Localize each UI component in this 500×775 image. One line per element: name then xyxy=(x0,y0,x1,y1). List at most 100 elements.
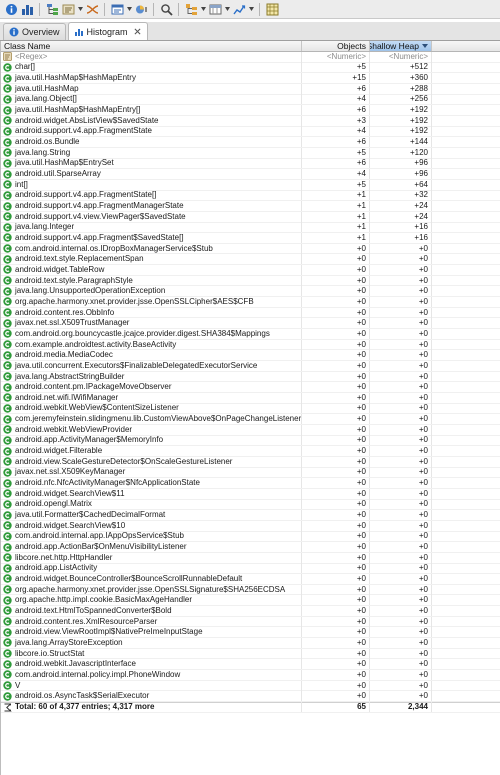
class-name: libcore.net.http.HttpHandler xyxy=(15,552,113,562)
table-row[interactable]: java.lang.UnsupportedOperationException +… xyxy=(1,286,500,298)
tab-histogram[interactable]: Histogram xyxy=(67,22,148,40)
search-button[interactable] xyxy=(159,2,173,16)
table-row[interactable]: android.support.v4.app.FragmentManagerSt… xyxy=(1,201,500,212)
table-row[interactable]: android.text.HtmlToSpannedConverter$Bold… xyxy=(1,605,500,617)
shallow-heap-cell: +0 xyxy=(370,414,432,425)
table-row[interactable]: org.apache.harmony.xnet.provider.jsse.Op… xyxy=(1,584,500,596)
table-row[interactable]: android.widget.SearchView$11 +0 +0 xyxy=(1,488,500,500)
shallow-heap-cell: +0 xyxy=(370,328,432,339)
table-row[interactable]: android.webkit.WebView$ContentSizeListen… xyxy=(1,403,500,415)
table-row[interactable]: java.lang.Integer +1 +16 xyxy=(1,222,500,234)
close-icon[interactable] xyxy=(134,28,142,36)
table-row[interactable]: android.widget.Filterable +0 +0 xyxy=(1,446,500,457)
table-row[interactable]: V +0 +0 xyxy=(1,680,500,692)
class-name: android.content.res.XmlResourceParser xyxy=(15,616,158,626)
filter-class-name[interactable]: <Regex> xyxy=(1,51,302,62)
class-name: android.widget.SearchView$10 xyxy=(15,520,126,530)
table-row[interactable]: org.apache.harmony.xnet.provider.jsse.Op… xyxy=(1,296,500,308)
pin-button[interactable] xyxy=(265,2,279,16)
oql-button[interactable] xyxy=(61,2,75,16)
table-row[interactable]: android.os.Bundle +6 +144 xyxy=(1,137,500,148)
table-row[interactable]: android.media.MediaCodec +0 +0 xyxy=(1,350,500,362)
thread-overview-button[interactable] xyxy=(85,2,99,16)
filter-objects-input[interactable]: <Numeric> xyxy=(302,51,370,62)
class-name: org.apache.http.impl.cookie.BasicMaxAgeH… xyxy=(15,595,192,605)
export-button[interactable] xyxy=(232,2,246,16)
table-row[interactable]: android.app.ListActivity +0 +0 xyxy=(1,563,500,575)
info-button[interactable] xyxy=(4,2,18,16)
table-row[interactable]: android.support.v4.view.ViewPager$SavedS… xyxy=(1,211,500,223)
table-row[interactable]: android.support.v4.app.Fragment$SavedSta… xyxy=(1,232,500,244)
table-row[interactable]: android.widget.AbsListView$SavedState +3 +… xyxy=(1,115,500,127)
column-header-class-name[interactable]: Class Name xyxy=(1,41,302,51)
table-row[interactable]: libcore.io.StructStat +0 +0 xyxy=(1,648,500,660)
chevron-down-icon[interactable] xyxy=(248,2,254,16)
table-row[interactable]: int[] +5 +64 xyxy=(1,179,500,191)
table-row[interactable]: android.text.style.ReplacementSpan +0 +0 xyxy=(1,254,500,266)
table-row[interactable]: com.jeremyfeinstein.slidingmenu.lib.Cust… xyxy=(1,414,500,425)
heap-dump-overview-button[interactable] xyxy=(134,2,148,16)
table-row[interactable]: java.util.HashMap$EntrySet +6 +96 xyxy=(1,158,500,170)
chevron-down-icon[interactable] xyxy=(77,2,83,16)
table-row[interactable]: android.nfc.NfcActivityManager$NfcApplic… xyxy=(1,478,500,489)
shallow-heap-cell: +0 xyxy=(370,264,432,275)
class-icon xyxy=(3,425,12,434)
table-row[interactable]: char[] +5 +512 xyxy=(1,62,500,74)
table-row[interactable]: com.android.internal.policy.impl.PhoneWi… xyxy=(1,669,500,681)
table-row[interactable]: java.lang.ArrayStoreException +0 +0 xyxy=(1,637,500,649)
table-row[interactable]: android.webkit.WebViewProvider +0 +0 xyxy=(1,424,500,436)
group-by-button[interactable] xyxy=(184,2,198,16)
filter-shallow-heap-input[interactable]: <Numeric> xyxy=(370,51,432,62)
histogram-button[interactable] xyxy=(20,2,34,16)
filter-class-name-input[interactable]: <Regex> xyxy=(15,52,47,62)
calculate-retained-size-button[interactable] xyxy=(208,2,222,16)
shallow-heap-cell: +0 xyxy=(370,680,432,691)
table-row[interactable]: java.util.Formatter$CachedDecimalFormat +… xyxy=(1,510,500,521)
table-row[interactable]: android.os.AsyncTask$SerialExecutor +0 +0 xyxy=(1,691,500,703)
tab-overview[interactable]: Overview xyxy=(3,23,66,40)
table-row[interactable]: java.lang.AbstractStringBuilder +0 +0 xyxy=(1,371,500,383)
table-row[interactable]: com.android.org.bouncycastle.jcajce.prov… xyxy=(1,328,500,340)
table-row[interactable]: android.widget.BounceController$BounceSc… xyxy=(1,573,500,585)
chevron-down-icon[interactable] xyxy=(126,2,132,16)
table-row[interactable]: android.opengl.Matrix +0 +0 xyxy=(1,499,500,511)
table-row[interactable]: libcore.net.http.HttpHandler +0 +0 xyxy=(1,552,500,564)
class-name-cell: android.os.Bundle xyxy=(1,137,302,148)
chevron-down-icon[interactable] xyxy=(200,2,206,16)
table-row[interactable]: android.app.ActivityManager$MemoryInfo +0… xyxy=(1,435,500,447)
table-row[interactable]: org.apache.http.impl.cookie.BasicMaxAgeH… xyxy=(1,595,500,607)
table-row[interactable]: android.text.style.ParagraphStyle +0 +0 xyxy=(1,275,500,287)
column-header-shallow-heap[interactable]: Shallow Heap xyxy=(370,41,432,51)
table-row[interactable]: android.util.SparseArray +4 +96 xyxy=(1,169,500,180)
table-row[interactable]: java.util.concurrent.Executors$Finalizab… xyxy=(1,360,500,372)
chevron-down-icon[interactable] xyxy=(224,2,230,16)
table-row[interactable]: android.content.res.ObbInfo +0 +0 xyxy=(1,307,500,319)
table-row[interactable]: android.content.res.XmlResourceParser +0 +… xyxy=(1,616,500,628)
table-row[interactable]: android.support.v4.app.FragmentState +4 +1… xyxy=(1,126,500,138)
class-icon xyxy=(3,255,12,264)
table-row[interactable]: com.example.androidtest.activity.BaseAct… xyxy=(1,339,500,351)
table-row[interactable]: android.support.v4.app.FragmentState[] +1… xyxy=(1,190,500,202)
table-row[interactable]: android.app.ActionBar$OnMenuVisibilityLi… xyxy=(1,542,500,553)
table-row[interactable]: java.util.HashMap$HashMapEntry[] +6 +192 xyxy=(1,105,500,116)
table-row[interactable]: android.net.wifi.IWifiManager +0 +0 xyxy=(1,392,500,404)
dominator-tree-button[interactable] xyxy=(45,2,59,16)
table-row[interactable]: com.android.internal.app.IAppOpsService$… xyxy=(1,531,500,543)
table-row[interactable]: java.lang.Object[] +4 +256 xyxy=(1,94,500,106)
table-row[interactable]: javax.net.ssl.X509KeyManager +0 +0 xyxy=(1,467,500,479)
table-row[interactable]: android.content.pm.IPackageMoveObserver +… xyxy=(1,382,500,393)
table-row[interactable]: android.view.ScaleGestureDetector$OnScal… xyxy=(1,456,500,468)
class-name: android.text.style.ReplacementSpan xyxy=(15,254,144,264)
shallow-heap-cell: +0 xyxy=(370,360,432,371)
table-row[interactable]: com.android.internal.os.IDropBoxManagerS… xyxy=(1,243,500,255)
table-row[interactable]: android.view.ViewRootImpl$NativePreImeIn… xyxy=(1,627,500,639)
table-row[interactable]: java.lang.String +5 +120 xyxy=(1,147,500,159)
table-row[interactable]: android.widget.TableRow +0 +0 xyxy=(1,264,500,276)
query-browser-button[interactable] xyxy=(110,2,124,16)
table-row[interactable]: java.util.HashMap +6 +288 xyxy=(1,83,500,95)
table-row[interactable]: java.util.HashMap$HashMapEntry +15 +360 xyxy=(1,73,500,84)
table-row[interactable]: android.widget.SearchView$10 +0 +0 xyxy=(1,520,500,532)
column-header-objects[interactable]: Objects xyxy=(302,41,370,51)
table-row[interactable]: javax.net.ssl.X509TrustManager +0 +0 xyxy=(1,318,500,330)
table-row[interactable]: android.webkit.JavascriptInterface +0 +0 xyxy=(1,659,500,671)
